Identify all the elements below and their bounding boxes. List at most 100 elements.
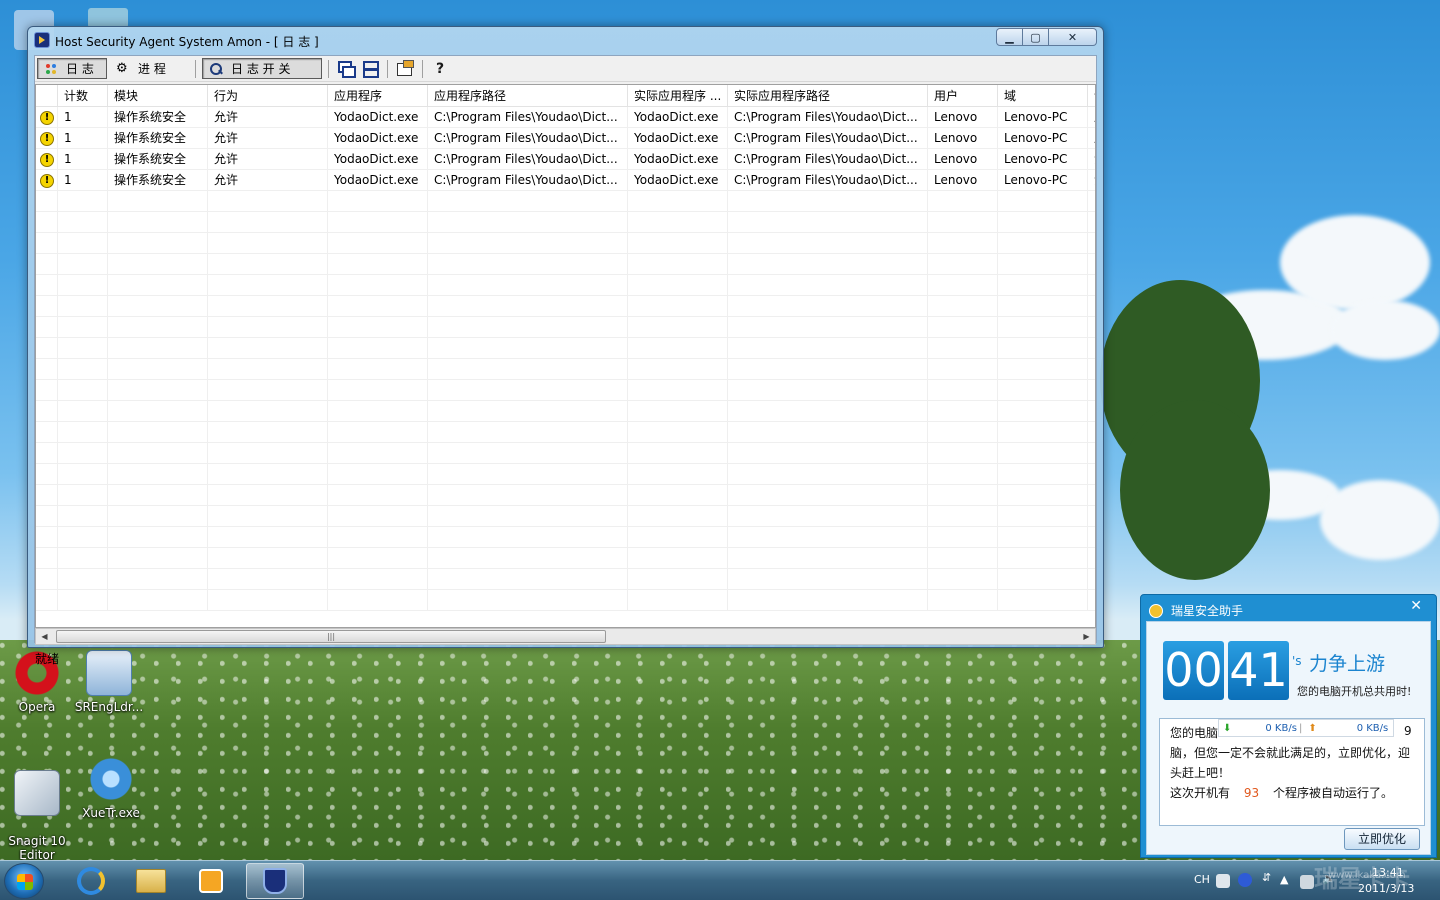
table-row[interactable]: ! 1 操作系统安全 允许 YodaoDict.exe C:\Program Files\…: [36, 149, 1095, 170]
taskbar-amon[interactable]: [246, 863, 304, 899]
column-header[interactable]: 记: [1088, 85, 1095, 107]
empty-row: [36, 590, 1095, 611]
empty-cell: [998, 527, 1088, 548]
empty-cell: [328, 464, 428, 485]
message-line: 头赶上吧！: [1170, 766, 1231, 780]
process-button[interactable]: ⚙ 进 程: [109, 58, 189, 79]
column-header[interactable]: 模块: [108, 85, 208, 107]
table-row[interactable]: ! 1 操作系统安全 允许 YodaoDict.exe C:\Program Files\…: [36, 107, 1095, 128]
desktop-icon-partial[interactable]: [88, 8, 128, 28]
table-cell: 允许: [208, 170, 328, 191]
cloud: [1320, 480, 1440, 560]
empty-cell: [36, 485, 58, 506]
empty-cell: [108, 233, 208, 254]
empty-cell: [328, 317, 428, 338]
empty-cell: [998, 359, 1088, 380]
empty-cell: [928, 464, 998, 485]
empty-cell: [1088, 464, 1095, 485]
keyboard-icon[interactable]: [1216, 874, 1230, 888]
log-switch-button[interactable]: 日 志 开 关: [202, 58, 322, 79]
empty-cell: [58, 443, 108, 464]
cascade-windows-icon[interactable]: [335, 58, 357, 79]
table-row[interactable]: ! 1 操作系统安全 允许 YodaoDict.exe C:\Program Files\…: [36, 128, 1095, 149]
table-cell: Lenovo-PC: [998, 149, 1088, 170]
empty-row: [36, 254, 1095, 275]
empty-cell: [998, 506, 1088, 527]
scroll-right-icon[interactable]: ▶: [1078, 629, 1095, 644]
desktop-icon-srengldr[interactable]: SREngLdr...: [74, 650, 144, 714]
empty-cell: [928, 359, 998, 380]
empty-cell: [36, 380, 58, 401]
column-header[interactable]: 行为: [208, 85, 328, 107]
language-indicator[interactable]: CH: [1194, 873, 1210, 886]
upload-arrow-icon: ⬆: [1308, 722, 1317, 734]
empty-cell: [58, 233, 108, 254]
uptime-counter: 00 41: [1163, 641, 1293, 700]
empty-cell: [928, 254, 998, 275]
empty-cell: [1088, 422, 1095, 443]
empty-row: [36, 401, 1095, 422]
log-button[interactable]: 日 志: [37, 58, 107, 79]
scroll-left-icon[interactable]: ◀: [36, 629, 53, 644]
table-cell: C:\Program Files\Youdao\Dict...: [428, 170, 628, 191]
empty-cell: [628, 527, 728, 548]
empty-row: [36, 233, 1095, 254]
scroll-thumb[interactable]: |||: [56, 630, 606, 643]
desktop-icon-snagit[interactable]: Snagit 10 Editor: [2, 756, 72, 860]
empty-cell: [1088, 191, 1095, 212]
toolbar-separator: [387, 59, 388, 78]
empty-cell: [1088, 485, 1095, 506]
maximize-button[interactable]: ▢: [1023, 28, 1049, 46]
column-header[interactable]: 实际应用程序 ...: [628, 85, 728, 107]
help-icon[interactable]: ?: [429, 58, 451, 79]
empty-cell: [928, 548, 998, 569]
taskbar-explorer[interactable]: [122, 863, 180, 899]
empty-cell: [328, 338, 428, 359]
popup-body: 00 41 's 力争上游 您的电脑开机总共用时! 您的电脑 9 ⬇ 0 KB/…: [1146, 621, 1431, 855]
empty-cell: [1088, 233, 1095, 254]
taskbar: CH ⇵ ▲ 🔈 瑞星卡卡 www.ikaka.com 13:41 2011/3…: [0, 860, 1440, 900]
tile-windows-icon[interactable]: [359, 58, 381, 79]
empty-cell: [36, 548, 58, 569]
column-header[interactable]: 域: [998, 85, 1088, 107]
desktop-icon-xuetr[interactable]: XueTr.exe: [76, 756, 146, 820]
horizontal-scrollbar[interactable]: ◀ ||| ▶: [35, 628, 1096, 645]
table-cell: 1: [58, 107, 108, 128]
clock-time[interactable]: 13:41: [1372, 866, 1404, 879]
title-bar[interactable]: Host Security Agent System Amon - [ 日 志 …: [28, 27, 1103, 53]
taskbar-ie[interactable]: [62, 863, 120, 899]
taskbar-media-player[interactable]: [182, 863, 240, 899]
table-row[interactable]: ! 1 操作系统安全 允许 YodaoDict.exe C:\Program Files\…: [36, 170, 1095, 191]
optimize-now-button[interactable]: 立即优化: [1344, 828, 1420, 850]
empty-cell: [328, 443, 428, 464]
start-button[interactable]: [4, 863, 44, 899]
empty-cell: [1088, 527, 1095, 548]
column-header[interactable]: 用户: [928, 85, 998, 107]
minimize-button[interactable]: ▁: [996, 28, 1023, 46]
column-header[interactable]: 应用程序: [328, 85, 428, 107]
popup-close-button[interactable]: ✕: [1410, 598, 1422, 614]
windows-logo-icon: [17, 874, 33, 890]
help-circle-icon[interactable]: [1238, 873, 1252, 887]
show-hidden-icons[interactable]: ▲: [1280, 873, 1288, 886]
network-icon[interactable]: [1300, 875, 1314, 889]
column-header[interactable]: 计数: [58, 85, 108, 107]
close-button[interactable]: ✕: [1049, 28, 1097, 46]
clock-date[interactable]: 2011/3/13: [1358, 882, 1414, 895]
empty-cell: [208, 380, 328, 401]
log-list[interactable]: 计数模块行为应用程序应用程序路径实际应用程序 ...实际应用程序路径用户域记 !…: [35, 84, 1096, 628]
column-header[interactable]: 实际应用程序路径: [728, 85, 928, 107]
autorun-text-prefix: 这次开机有: [1170, 786, 1231, 800]
column-header[interactable]: 应用程序路径: [428, 85, 628, 107]
tray-expand-icon[interactable]: ⇵: [1262, 871, 1271, 884]
empty-cell: [428, 254, 628, 275]
column-header[interactable]: [36, 85, 58, 107]
empty-row: [36, 443, 1095, 464]
properties-icon[interactable]: [394, 58, 416, 79]
empty-cell: [928, 401, 998, 422]
desktop-icon-label: Snagit 10 Editor: [8, 834, 66, 860]
empty-cell: [108, 590, 208, 611]
empty-cell: [208, 401, 328, 422]
table-cell: Lenovo-PC: [998, 170, 1088, 191]
message-line: 这次开机有 93 个程序被自动运行了。: [1170, 784, 1393, 801]
